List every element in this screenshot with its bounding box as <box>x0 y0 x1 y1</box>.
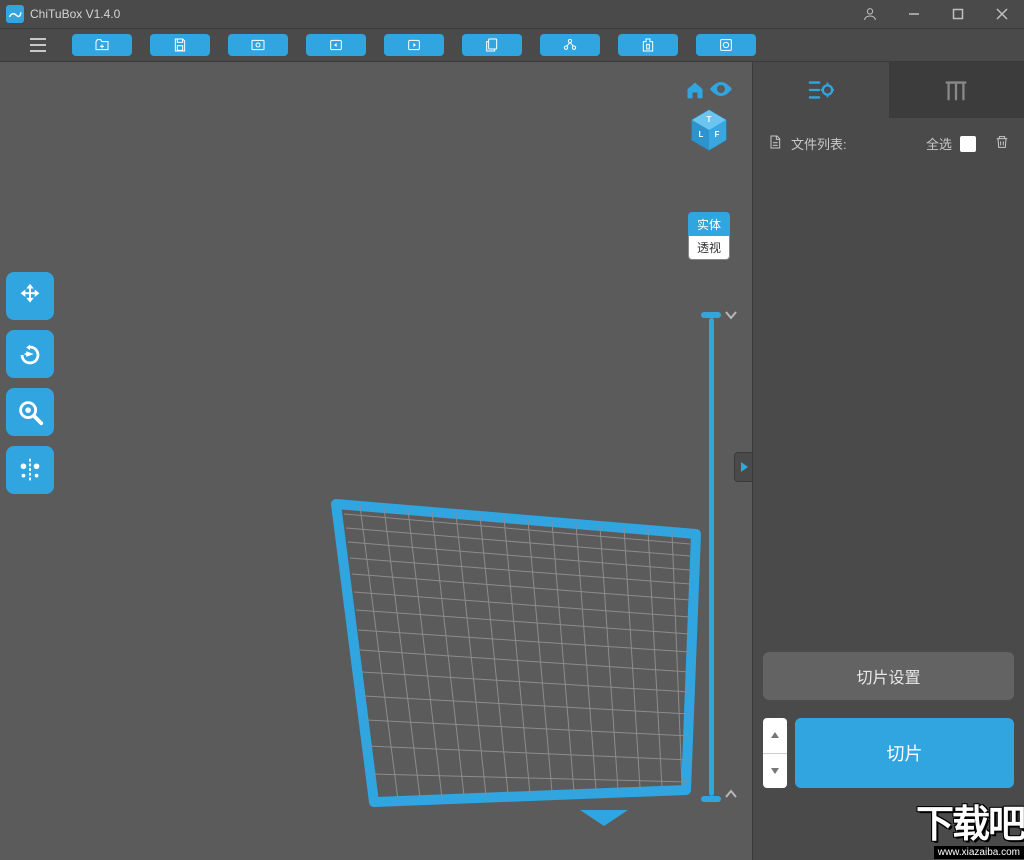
scale-tool[interactable] <box>6 388 54 436</box>
select-all-label: 全选 <box>926 134 952 153</box>
open-file-button[interactable] <box>72 34 132 56</box>
delete-button[interactable] <box>994 134 1010 153</box>
copy-button[interactable] <box>462 34 522 56</box>
watermark-text: 下载吧 <box>916 808 1024 842</box>
slice-button[interactable]: 切片 <box>795 718 1014 788</box>
solid-view-button[interactable]: 实体 <box>688 212 730 236</box>
app-logo-icon <box>6 5 24 23</box>
watermark-url: www.xiazaiba.com <box>934 846 1024 859</box>
title-bar: ChiTuBox V1.4.0 <box>0 0 1024 28</box>
sidebar-collapse-handle[interactable] <box>734 452 752 482</box>
rotate-tool[interactable] <box>6 330 54 378</box>
view-mode-toggle: 实体 透视 <box>688 212 730 260</box>
dig-hole-button[interactable] <box>696 34 756 56</box>
z-slider-bottom-knob[interactable] <box>701 796 721 802</box>
user-account-button[interactable] <box>848 0 892 28</box>
maximize-button[interactable] <box>936 0 980 28</box>
undo-button[interactable] <box>306 34 366 56</box>
redo-button[interactable] <box>384 34 444 56</box>
z-slider-track[interactable] <box>709 318 714 796</box>
perspective-view-icon[interactable] <box>708 80 734 105</box>
view-cube-icon[interactable]: T F L <box>686 107 732 153</box>
close-button[interactable] <box>980 0 1024 28</box>
svg-text:F: F <box>715 130 720 139</box>
main-toolbar <box>0 28 1024 62</box>
sidebar-tabs <box>753 62 1024 118</box>
file-list-header: 文件列表: 全选 <box>753 118 1024 169</box>
transform-toolbar <box>6 272 54 494</box>
build-plate <box>0 62 752 860</box>
auto-layout-button[interactable] <box>540 34 600 56</box>
settings-tab[interactable] <box>753 62 889 118</box>
watermark: 下载吧 www.xiazaiba.com <box>916 808 1024 860</box>
select-all-checkbox[interactable] <box>960 136 976 152</box>
viewport-3d[interactable]: T F L 实体 透视 <box>0 62 752 860</box>
file-icon <box>767 134 783 153</box>
mirror-tool[interactable] <box>6 446 54 494</box>
slice-settings-button[interactable]: 切片设置 <box>763 652 1014 700</box>
layer-up-button[interactable] <box>763 718 787 753</box>
menu-button[interactable] <box>16 30 60 60</box>
save-file-button[interactable] <box>150 34 210 56</box>
z-slider[interactable] <box>708 312 714 802</box>
chevron-up-icon[interactable] <box>724 787 738 806</box>
svg-text:L: L <box>699 130 704 139</box>
app-title: ChiTuBox V1.4.0 <box>30 7 848 21</box>
layer-down-button[interactable] <box>763 753 787 789</box>
svg-text:T: T <box>707 115 712 124</box>
home-view-icon[interactable] <box>684 80 706 105</box>
hollow-button[interactable] <box>618 34 678 56</box>
view-cube-controls: T F L <box>684 80 734 153</box>
right-sidebar: 文件列表: 全选 切片设置 切片 <box>752 62 1024 860</box>
minimize-button[interactable] <box>892 0 936 28</box>
perspective-view-button[interactable]: 透视 <box>688 236 730 260</box>
file-list-label: 文件列表: <box>791 134 847 153</box>
chevron-down-icon[interactable] <box>724 308 738 327</box>
layer-stepper <box>763 718 787 788</box>
supports-tab[interactable] <box>889 62 1024 118</box>
move-tool[interactable] <box>6 272 54 320</box>
screenshot-button[interactable] <box>228 34 288 56</box>
